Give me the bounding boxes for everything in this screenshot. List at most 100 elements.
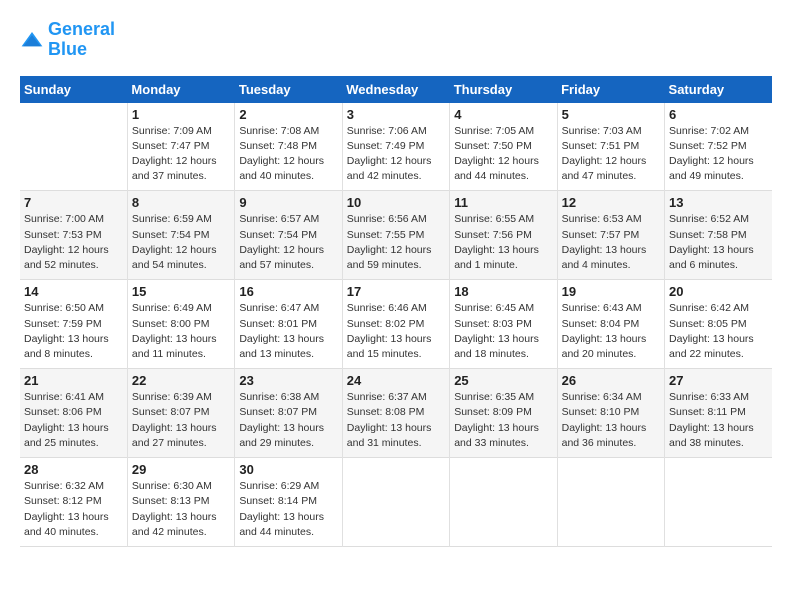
day-info: Sunrise: 6:33 AM Sunset: 8:11 PM Dayligh… <box>669 390 768 451</box>
calendar-cell: 24Sunrise: 6:37 AM Sunset: 8:08 PM Dayli… <box>342 369 449 458</box>
day-number: 17 <box>347 284 445 299</box>
logo-icon <box>20 30 44 50</box>
calendar-cell: 30 Sunrise: 6:29 AM Sunset: 8:14 PM Dayli… <box>235 458 342 547</box>
day-number: 16 <box>239 284 337 299</box>
calendar-cell: 5 Sunrise: 7:03 AM Sunset: 7:51 PM Daylig… <box>557 103 664 191</box>
day-number: 18 <box>454 284 552 299</box>
day-info: Sunrise: 6:55 AM Sunset: 7:56 PM Dayligh… <box>454 212 552 273</box>
day-number: 21 <box>24 373 123 388</box>
calendar-cell <box>665 458 772 547</box>
calendar-cell: 14Sunrise: 6:50 AM Sunset: 7:59 PM Dayli… <box>20 280 127 369</box>
day-number: 4 <box>454 107 552 122</box>
day-number: 28 <box>24 462 123 477</box>
calendar-cell <box>342 458 449 547</box>
day-info: Sunrise: 7:09 AM Sunset: 7:47 PM Dayligh… <box>132 124 230 185</box>
calendar-cell: 7Sunrise: 7:00 AM Sunset: 7:53 PM Daylig… <box>20 191 127 280</box>
day-info: Sunrise: 7:08 AM Sunset: 7:48 PM Dayligh… <box>239 124 337 185</box>
day-number: 10 <box>347 195 445 210</box>
day-number: 7 <box>24 195 123 210</box>
day-info: Sunrise: 6:35 AM Sunset: 8:09 PM Dayligh… <box>454 390 552 451</box>
day-number: 11 <box>454 195 552 210</box>
calendar-cell: 10 Sunrise: 6:56 AM Sunset: 7:55 PM Dayli… <box>342 191 449 280</box>
day-number: 2 <box>239 107 337 122</box>
calendar-week-row: 14Sunrise: 6:50 AM Sunset: 7:59 PM Dayli… <box>20 280 772 369</box>
calendar-cell: 6Sunrise: 7:02 AM Sunset: 7:52 PM Daylig… <box>665 103 772 191</box>
day-info: Sunrise: 6:59 AM Sunset: 7:54 PM Dayligh… <box>132 212 230 273</box>
day-number: 6 <box>669 107 768 122</box>
calendar-cell: 1 Sunrise: 7:09 AM Sunset: 7:47 PM Daylig… <box>127 103 234 191</box>
calendar-cell: 16 Sunrise: 6:47 AM Sunset: 8:01 PM Dayli… <box>235 280 342 369</box>
day-number: 29 <box>132 462 230 477</box>
calendar-cell: 13Sunrise: 6:52 AM Sunset: 7:58 PM Dayli… <box>665 191 772 280</box>
calendar-cell: 29 Sunrise: 6:30 AM Sunset: 8:13 PM Dayli… <box>127 458 234 547</box>
day-info: Sunrise: 6:34 AM Sunset: 8:10 PM Dayligh… <box>562 390 660 451</box>
day-info: Sunrise: 6:45 AM Sunset: 8:03 PM Dayligh… <box>454 301 552 362</box>
calendar-cell: 28Sunrise: 6:32 AM Sunset: 8:12 PM Dayli… <box>20 458 127 547</box>
calendar-cell: 23 Sunrise: 6:38 AM Sunset: 8:07 PM Dayli… <box>235 369 342 458</box>
page-header: GeneralBlue <box>20 20 772 60</box>
day-info: Sunrise: 6:30 AM Sunset: 8:13 PM Dayligh… <box>132 479 230 540</box>
calendar-cell: 21Sunrise: 6:41 AM Sunset: 8:06 PM Dayli… <box>20 369 127 458</box>
calendar-cell: 17 Sunrise: 6:46 AM Sunset: 8:02 PM Dayli… <box>342 280 449 369</box>
day-info: Sunrise: 7:05 AM Sunset: 7:50 PM Dayligh… <box>454 124 552 185</box>
calendar-header-row: SundayMondayTuesdayWednesdayThursdayFrid… <box>20 76 772 103</box>
calendar-cell: 27 Sunrise: 6:33 AM Sunset: 8:11 PM Dayli… <box>665 369 772 458</box>
day-number: 19 <box>562 284 660 299</box>
calendar-week-row: 28Sunrise: 6:32 AM Sunset: 8:12 PM Dayli… <box>20 458 772 547</box>
calendar-table: SundayMondayTuesdayWednesdayThursdayFrid… <box>20 76 772 547</box>
day-info: Sunrise: 6:57 AM Sunset: 7:54 PM Dayligh… <box>239 212 337 273</box>
weekday-header: Friday <box>557 76 664 103</box>
day-number: 12 <box>562 195 660 210</box>
day-number: 26 <box>562 373 660 388</box>
logo-text: GeneralBlue <box>48 20 115 60</box>
day-number: 8 <box>132 195 230 210</box>
logo: GeneralBlue <box>20 20 115 60</box>
day-number: 27 <box>669 373 768 388</box>
calendar-cell: 20 Sunrise: 6:42 AM Sunset: 8:05 PM Dayli… <box>665 280 772 369</box>
day-number: 25 <box>454 373 552 388</box>
calendar-week-row: 7Sunrise: 7:00 AM Sunset: 7:53 PM Daylig… <box>20 191 772 280</box>
calendar-cell <box>20 103 127 191</box>
day-info: Sunrise: 6:56 AM Sunset: 7:55 PM Dayligh… <box>347 212 445 273</box>
calendar-cell: 22 Sunrise: 6:39 AM Sunset: 8:07 PM Dayli… <box>127 369 234 458</box>
day-info: Sunrise: 6:46 AM Sunset: 8:02 PM Dayligh… <box>347 301 445 362</box>
day-number: 24 <box>347 373 445 388</box>
calendar-cell: 18 Sunrise: 6:45 AM Sunset: 8:03 PM Dayli… <box>450 280 557 369</box>
calendar-cell <box>450 458 557 547</box>
day-number: 15 <box>132 284 230 299</box>
calendar-week-row: 21Sunrise: 6:41 AM Sunset: 8:06 PM Dayli… <box>20 369 772 458</box>
day-number: 1 <box>132 107 230 122</box>
weekday-header: Wednesday <box>342 76 449 103</box>
day-info: Sunrise: 6:29 AM Sunset: 8:14 PM Dayligh… <box>239 479 337 540</box>
calendar-cell <box>557 458 664 547</box>
calendar-cell: 8 Sunrise: 6:59 AM Sunset: 7:54 PM Daylig… <box>127 191 234 280</box>
day-info: Sunrise: 7:06 AM Sunset: 7:49 PM Dayligh… <box>347 124 445 185</box>
calendar-cell: 9 Sunrise: 6:57 AM Sunset: 7:54 PM Daylig… <box>235 191 342 280</box>
day-info: Sunrise: 6:39 AM Sunset: 8:07 PM Dayligh… <box>132 390 230 451</box>
weekday-header: Saturday <box>665 76 772 103</box>
calendar-cell: 26 Sunrise: 6:34 AM Sunset: 8:10 PM Dayli… <box>557 369 664 458</box>
day-number: 30 <box>239 462 337 477</box>
calendar-week-row: 1 Sunrise: 7:09 AM Sunset: 7:47 PM Daylig… <box>20 103 772 191</box>
calendar-cell: 3 Sunrise: 7:06 AM Sunset: 7:49 PM Daylig… <box>342 103 449 191</box>
day-number: 23 <box>239 373 337 388</box>
day-number: 5 <box>562 107 660 122</box>
day-info: Sunrise: 6:38 AM Sunset: 8:07 PM Dayligh… <box>239 390 337 451</box>
day-info: Sunrise: 6:49 AM Sunset: 8:00 PM Dayligh… <box>132 301 230 362</box>
calendar-cell: 25 Sunrise: 6:35 AM Sunset: 8:09 PM Dayli… <box>450 369 557 458</box>
day-info: Sunrise: 6:50 AM Sunset: 7:59 PM Dayligh… <box>24 301 123 362</box>
day-number: 22 <box>132 373 230 388</box>
day-info: Sunrise: 6:47 AM Sunset: 8:01 PM Dayligh… <box>239 301 337 362</box>
weekday-header: Tuesday <box>235 76 342 103</box>
day-info: Sunrise: 6:42 AM Sunset: 8:05 PM Dayligh… <box>669 301 768 362</box>
day-info: Sunrise: 7:03 AM Sunset: 7:51 PM Dayligh… <box>562 124 660 185</box>
day-number: 20 <box>669 284 768 299</box>
calendar-cell: 11 Sunrise: 6:55 AM Sunset: 7:56 PM Dayli… <box>450 191 557 280</box>
day-info: Sunrise: 6:53 AM Sunset: 7:57 PM Dayligh… <box>562 212 660 273</box>
day-number: 3 <box>347 107 445 122</box>
calendar-cell: 4 Sunrise: 7:05 AM Sunset: 7:50 PM Daylig… <box>450 103 557 191</box>
calendar-cell: 15 Sunrise: 6:49 AM Sunset: 8:00 PM Dayli… <box>127 280 234 369</box>
day-number: 9 <box>239 195 337 210</box>
weekday-header: Thursday <box>450 76 557 103</box>
calendar-cell: 12 Sunrise: 6:53 AM Sunset: 7:57 PM Dayli… <box>557 191 664 280</box>
